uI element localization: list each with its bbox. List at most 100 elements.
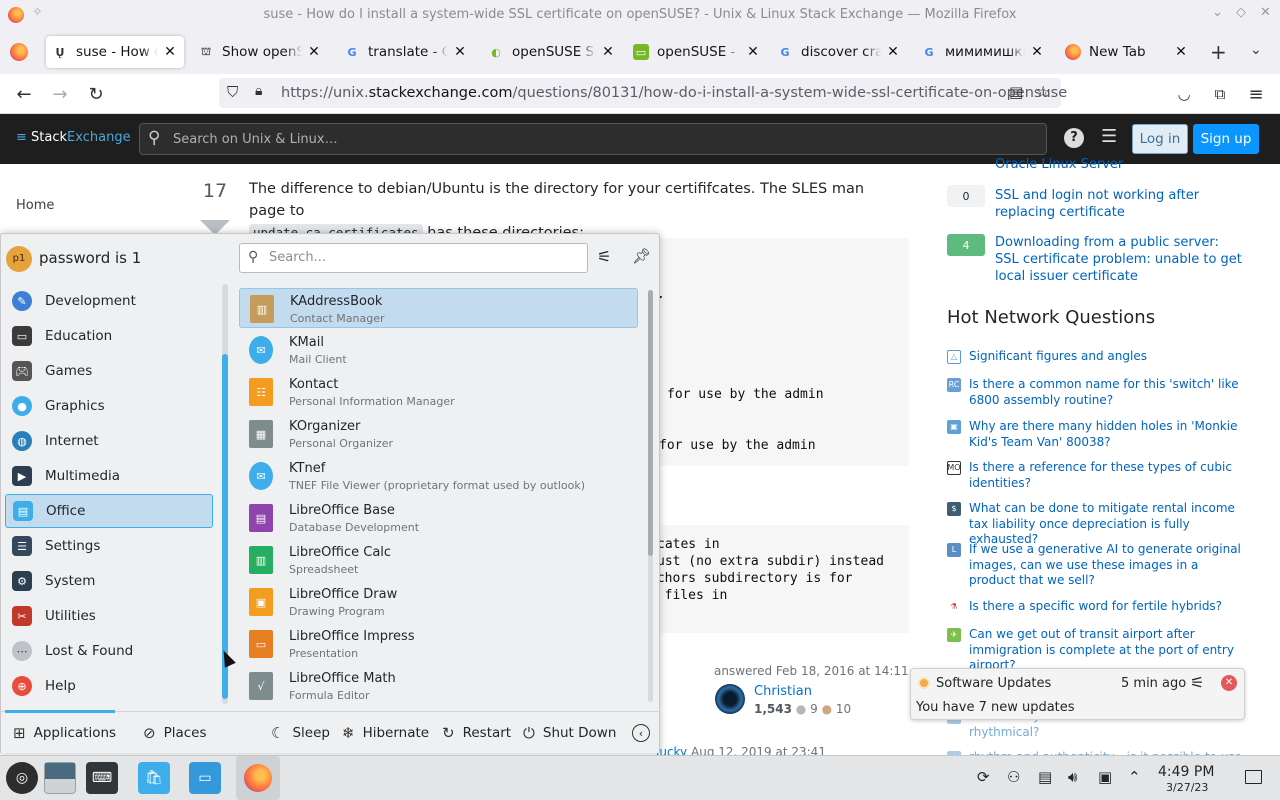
configure-icon[interactable]: ⚟ (597, 247, 611, 266)
category-multimedia[interactable]: ▶ Multimedia (5, 459, 213, 493)
app-kmail[interactable]: ✉ KMail Mail Client (239, 330, 638, 370)
clipboard-tray-icon[interactable]: ▤ (1038, 768, 1052, 786)
terminal-icon[interactable]: ⌨ (86, 762, 118, 794)
app-libreoffice-calc[interactable]: ▥ LibreOffice Calc Spreadsheet (239, 540, 638, 580)
app-kaddressbook[interactable]: ▥ KAddressBook Contact Manager (239, 288, 638, 328)
category-graphics[interactable]: ● Graphics (5, 389, 213, 423)
software-updates-notification[interactable]: Software Updates 5 min ago ⚟ ✕ You have … (910, 668, 1245, 720)
app-libreoffice-math[interactable]: √ LibreOffice Math Formula Editor (239, 666, 638, 706)
maximize-icon[interactable]: ◇ (1236, 5, 1246, 20)
answer-user-link[interactable]: Christian (754, 684, 812, 699)
expand-tray-icon[interactable]: ⌃ (1128, 768, 1141, 786)
app-ktnef[interactable]: ✉ KTnef TNEF File Viewer (proprietary form… (239, 456, 638, 496)
clock-date[interactable]: 3/27/23 (1166, 781, 1208, 794)
notification-settings-icon[interactable]: ⚟ (1190, 673, 1204, 692)
places-tab[interactable]: ⊘ Places (143, 724, 207, 742)
app-list-scrollbar[interactable] (648, 290, 653, 702)
close-tab-icon[interactable]: ✕ (162, 44, 178, 60)
pin-icon[interactable]: 📌︎ (632, 247, 651, 265)
network-tray-icon[interactable]: ▣ (1098, 768, 1112, 786)
close-tab-icon[interactable]: ✕ (306, 44, 322, 60)
login-button[interactable]: Log in (1132, 124, 1188, 154)
app-menu-icon[interactable]: ≡ (1244, 82, 1268, 106)
related-question[interactable]: Oracle Linux Server (947, 156, 1247, 174)
category-help[interactable]: ⊕ Help (5, 669, 213, 703)
tab-show-opensuse[interactable]: ⛫ Show openSUSE✕ (192, 36, 328, 68)
category-internet[interactable]: ◍ Internet (5, 424, 213, 458)
url-text[interactable]: https://unix.stackexchange.com/questions… (281, 85, 1067, 101)
app-libreoffice-base[interactable]: ▤ LibreOffice Base Database Development (239, 498, 638, 538)
kdeconnect-tray-icon[interactable]: ⚇ (1007, 768, 1020, 786)
app-kontact[interactable]: ☷ Kontact Personal Information Manager (239, 372, 638, 412)
close-tab-icon[interactable]: ✕ (1173, 44, 1189, 60)
site-search-input[interactable]: ⚲ Search on Unix & Linux… (139, 123, 1047, 155)
category-office[interactable]: ▤ Office (5, 494, 213, 528)
forward-icon[interactable]: → (48, 82, 72, 106)
firefox-taskbar-icon[interactable] (236, 756, 280, 800)
app-libreoffice-draw[interactable]: ▣ LibreOffice Draw Drawing Program (239, 582, 638, 622)
help-icon[interactable]: ? (1064, 128, 1084, 148)
related-question[interactable]: 0 SSL and login not working after replac… (947, 185, 1247, 223)
tab-discover-crash[interactable]: G discover crash✕ (771, 36, 907, 68)
category-utilities[interactable]: ✂ Utilities (5, 599, 213, 633)
tab-translate[interactable]: G translate - Google✕ (338, 36, 474, 68)
notification-close-icon[interactable]: ✕ (1221, 675, 1237, 691)
stackexchange-logo[interactable]: ≡ StackExchange (16, 130, 131, 145)
bookmark-star-icon[interactable]: ☆ (1036, 82, 1050, 101)
close-tab-icon[interactable]: ✕ (1029, 44, 1045, 60)
settings-icon: ☰ (12, 536, 32, 556)
close-tab-icon[interactable]: ✕ (600, 44, 616, 60)
category-system[interactable]: ⚙ System (5, 564, 213, 598)
signup-button[interactable]: Sign up (1193, 124, 1259, 154)
discover-icon[interactable]: 🛍︎ (138, 762, 170, 794)
volume-tray-icon[interactable]: 🔊︎ (1068, 768, 1077, 786)
minimize-icon[interactable]: ⌄ (1212, 5, 1223, 20)
site-switcher-icon[interactable]: ☰ (1101, 126, 1117, 147)
sleep-button[interactable]: ☾ Sleep (271, 724, 330, 742)
tab-suse-question[interactable]: Ų suse - How do I install a system-wide … (46, 36, 184, 68)
shutdown-button[interactable]: ⏻ Shut Down (523, 724, 616, 742)
new-tab-plus-icon[interactable]: + (1210, 40, 1227, 64)
reader-view-icon[interactable]: ▤ (1009, 83, 1023, 101)
show-desktop-icon[interactable] (1245, 770, 1262, 784)
app-libreoffice-impress[interactable]: ▭ LibreOffice Impress Presentation (239, 624, 638, 664)
related-question[interactable]: 4 Downloading from a public server: SSL … (947, 234, 1247, 286)
close-tab-icon[interactable]: ✕ (745, 44, 761, 60)
tab-new-tab[interactable]: New Tab ✕ (1059, 36, 1195, 68)
clock-time[interactable]: 4:49 PM (1158, 764, 1214, 780)
category-games[interactable]: 🎮︎ Games (5, 354, 213, 388)
tab-opensuse-linux[interactable]: ▭ openSUSE - Linux✕ (627, 36, 767, 68)
desktop-pager-icon[interactable] (44, 762, 76, 794)
leave-options-icon[interactable]: ‹ (632, 724, 650, 742)
applications-tab[interactable]: ⊞ Applications (13, 724, 116, 742)
close-tab-icon[interactable]: ✕ (452, 44, 468, 60)
category-education[interactable]: ▭ Education (5, 319, 213, 353)
file-manager-icon[interactable]: ▭ (189, 762, 221, 794)
tracking-shield-icon[interactable]: ⛉ (227, 83, 238, 101)
url-bar[interactable]: ⛉ 🔒︎ https://unix.stackexchange.com/ques… (219, 78, 1067, 108)
firefox-view-icon[interactable] (10, 43, 28, 61)
back-icon[interactable]: ← (12, 82, 36, 106)
category-scrollbar[interactable] (222, 284, 228, 704)
updates-tray-icon[interactable]: ⟳ (977, 768, 990, 786)
close-tab-icon[interactable]: ✕ (885, 44, 901, 60)
reload-icon[interactable]: ↻ (84, 82, 108, 106)
category-lost-found[interactable]: ⋯ Lost & Found (5, 634, 213, 668)
tab-opensuse-software[interactable]: ◐ openSUSE Software✕ (482, 36, 622, 68)
nav-home-link[interactable]: Home (16, 198, 54, 213)
pocket-icon[interactable]: ◡ (1172, 82, 1196, 106)
launcher-search-input[interactable]: ⚲ Search... (239, 243, 588, 273)
restart-button[interactable]: ↻ Restart (442, 724, 511, 742)
category-development[interactable]: ✎ Development (5, 284, 213, 318)
close-window-icon[interactable]: ✕ (1260, 5, 1271, 20)
category-settings[interactable]: ☰ Settings (5, 529, 213, 563)
app-korganizer[interactable]: ▦ KOrganizer Personal Organizer (239, 414, 638, 454)
hibernate-button[interactable]: ❄ Hibernate (342, 724, 429, 742)
tab-mimimishki[interactable]: G мимимишки ✕ (915, 36, 1051, 68)
user-avatar[interactable]: p1 (6, 246, 32, 272)
opensuse-launcher-icon[interactable]: ◎ (6, 762, 38, 794)
extensions-icon[interactable]: ⧉ (1208, 82, 1232, 106)
lock-icon[interactable]: 🔒︎ (255, 83, 262, 99)
user-avatar[interactable] (715, 684, 745, 714)
list-all-tabs-icon[interactable]: ⌄ (1250, 42, 1262, 58)
